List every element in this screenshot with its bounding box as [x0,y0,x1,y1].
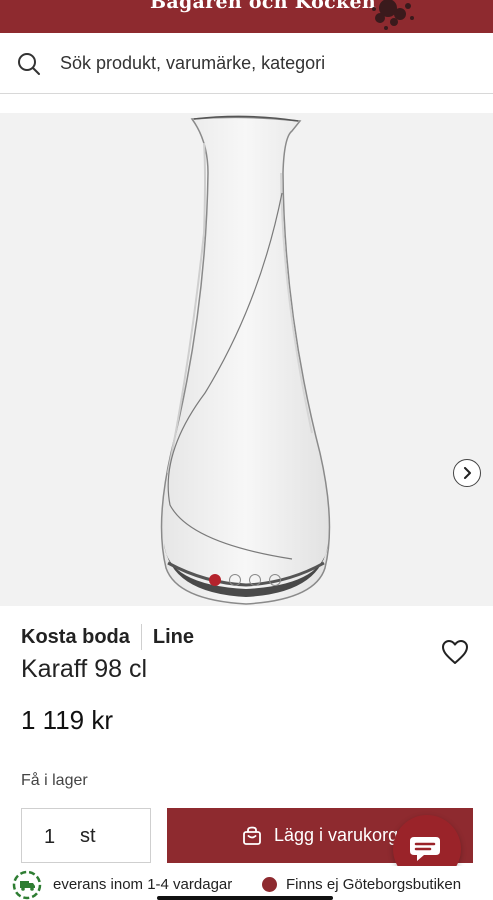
search-input[interactable] [60,49,460,77]
gallery-dot-4[interactable] [269,574,281,586]
delivery-info-bar: everans inom 1-4 vardagar Finns ej Göteb… [0,866,493,900]
product-image [160,115,331,605]
site-header: Bagaren och Kocken [0,0,493,33]
series-name[interactable]: Line [153,626,194,649]
next-image-button[interactable] [453,459,481,487]
search-icon[interactable] [17,52,41,76]
add-to-cart-label: Lägg i varukorg [274,825,399,845]
search-bar [0,33,493,94]
brand-row: Kosta boda Line [21,624,194,650]
heart-icon[interactable] [441,639,469,665]
home-indicator [157,896,333,900]
gallery-dot-1[interactable] [209,574,221,586]
shopping-bag-icon [243,826,261,845]
quantity-unit: st [80,825,96,847]
delivery-truck-icon [12,870,42,900]
product-image-gallery[interactable] [0,113,493,606]
quantity-field[interactable]: st [21,808,151,863]
site-logo[interactable]: Bagaren och Kocken [150,0,376,13]
product-title: Karaff 98 cl [21,655,148,683]
product-price: 1 119 kr [21,705,114,735]
brand-separator [140,624,142,650]
chevron-right-icon [464,467,471,479]
stock-status: Få i lager [21,772,88,789]
gallery-pagination [209,574,281,586]
logo-splatter-icon [372,0,414,30]
gallery-dot-2[interactable] [229,574,241,586]
gallery-dot-3[interactable] [249,574,261,586]
store-status-icon [262,877,277,892]
quantity-input[interactable] [42,825,66,850]
chat-bubble-icon [410,837,440,861]
delivery-text: everans inom 1-4 vardagar [53,876,233,893]
brand-name[interactable]: Kosta boda [21,626,130,649]
store-availability-text: Finns ej Göteborgsbutiken [286,876,462,893]
